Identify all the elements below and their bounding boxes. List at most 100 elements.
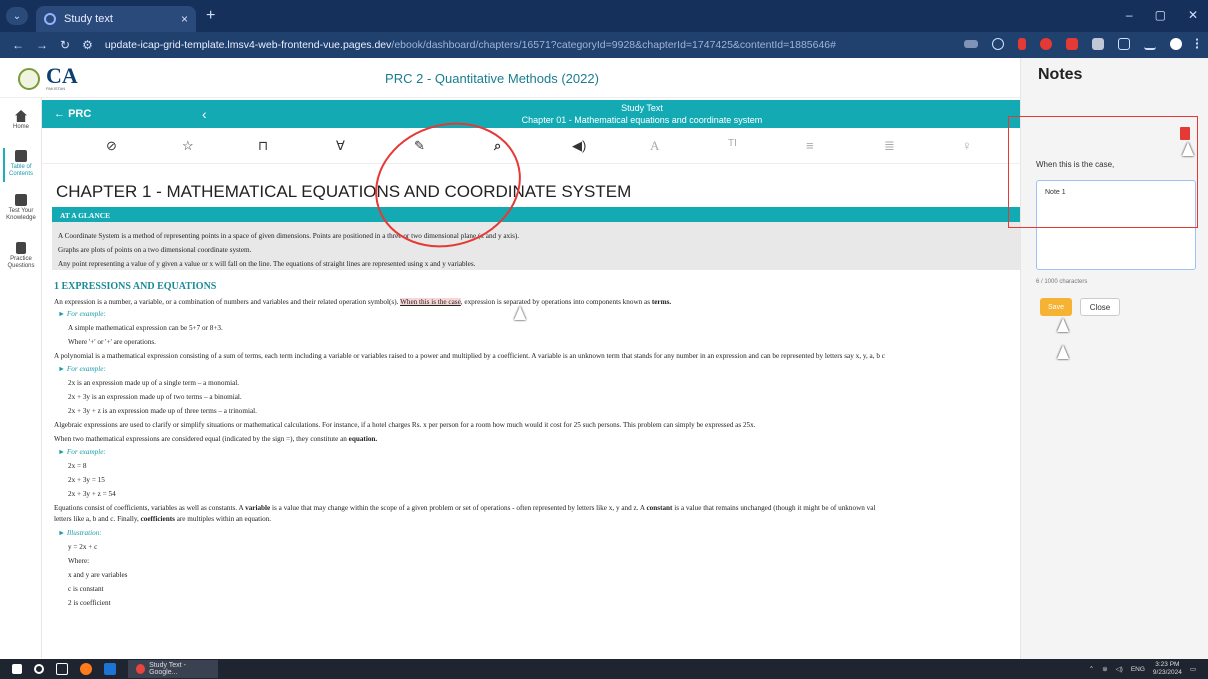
home-icon xyxy=(15,110,27,122)
sidebar: Home Table of Contents Test Your Knowled… xyxy=(0,98,42,658)
windows-start-icon[interactable] xyxy=(12,664,22,674)
back-label: PRC xyxy=(68,108,92,120)
search-icon[interactable] xyxy=(34,664,44,674)
selected-quote: When this is the case, xyxy=(1036,160,1115,169)
task-view-icon[interactable] xyxy=(56,663,68,675)
paragraph: An expression is a number, a variable, o… xyxy=(54,298,671,306)
bookmark-icon[interactable]: ⊓ xyxy=(258,138,268,154)
highlighter-icon[interactable]: ∀ xyxy=(336,138,345,154)
align-icon[interactable]: ≣ xyxy=(884,138,895,154)
example-toggle[interactable]: ► For example: xyxy=(58,365,106,373)
forward-arrow-icon[interactable]: → xyxy=(36,38,48,52)
sidebar-item-test-your-knowledge[interactable]: Test Your Knowledge xyxy=(0,194,42,222)
text: are multiples within an equation. xyxy=(176,515,272,523)
volume-icon[interactable]: ◁) xyxy=(1116,665,1123,673)
trash-icon[interactable] xyxy=(1180,127,1190,140)
new-tab-button[interactable]: + xyxy=(206,7,215,25)
back-button[interactable]: ← PRC xyxy=(54,108,91,120)
chapter-label: Chapter 01 - Mathematical equations and … xyxy=(521,115,763,125)
window-close-button[interactable]: ✕ xyxy=(1188,8,1198,22)
section-heading: 1 EXPRESSIONS AND EQUATIONS xyxy=(54,281,217,292)
address-bar-row: ← → ↻ ⚙ update-icap-grid-template.lmsv4-… xyxy=(0,32,1208,58)
paragraph: Equations consist of coefficients, varia… xyxy=(54,504,875,512)
save-button[interactable]: Save xyxy=(1040,298,1072,316)
illustration-line: 2 is coefficient xyxy=(68,599,111,607)
line-spacing-icon[interactable]: ≡ xyxy=(806,138,814,153)
bold-term: terms. xyxy=(651,298,672,306)
chapter-bar: ← PRC ‹ Study Text Chapter 01 - Mathemat… xyxy=(42,100,1020,128)
edit-note-icon[interactable]: ✎ xyxy=(414,138,425,154)
clock[interactable]: 3:23 PM 9/23/2024 xyxy=(1153,661,1182,677)
language-indicator[interactable]: ENG xyxy=(1131,666,1145,673)
example-line: Where '+' or '+' are operations. xyxy=(68,338,156,346)
sidebar-item-practice-questions[interactable]: Practice Questions xyxy=(0,242,42,270)
outlook-icon[interactable] xyxy=(104,663,116,675)
puzzle-icon[interactable] xyxy=(1118,38,1130,50)
key-icon[interactable] xyxy=(964,40,978,48)
sidebar-item-label: Test Your Knowledge xyxy=(6,208,36,221)
minimize-button[interactable]: – xyxy=(1126,8,1133,22)
example-line: 2x + 3y is an expression made up of two … xyxy=(68,393,242,401)
extensions-area xyxy=(964,38,1200,50)
firefox-icon[interactable] xyxy=(80,663,92,675)
taskbar-app-chrome[interactable]: Study Text - Google... xyxy=(128,660,218,678)
chrome-icon xyxy=(136,664,146,674)
url-host: update-icap-grid-template.lmsv4-web-fron… xyxy=(104,39,392,51)
speaker-icon[interactable]: ◀) xyxy=(572,138,586,154)
url-field[interactable]: update-icap-grid-template.lmsv4-web-fron… xyxy=(105,39,836,51)
check-circle-icon[interactable]: ⊘ xyxy=(106,138,117,154)
sidebar-item-table-of-contents[interactable]: Table of Contents xyxy=(0,150,42,178)
notes-title: Notes xyxy=(1038,66,1083,83)
glance-box: A Coordinate System is a method of repre… xyxy=(52,222,1020,270)
browser-tab[interactable]: Study text × xyxy=(36,6,196,32)
star-icon[interactable]: ☆ xyxy=(182,138,194,154)
reader-content: CHAPTER 1 - MATHEMATICAL EQUATIONS AND C… xyxy=(42,164,1020,659)
menu-icon[interactable] xyxy=(1196,38,1200,50)
tab-close-button[interactable]: × xyxy=(181,12,188,26)
highlighted-text[interactable]: When this is the case xyxy=(400,298,461,306)
profile-avatar[interactable] xyxy=(1170,38,1182,50)
note-textarea[interactable]: Note 1 xyxy=(1036,180,1196,270)
notification-icon[interactable]: ▭ xyxy=(1190,665,1196,673)
font-icon[interactable]: A xyxy=(650,138,659,154)
reload-icon[interactable]: ↻ xyxy=(60,38,70,52)
book-icon xyxy=(15,150,27,162)
illustration-toggle[interactable]: ► Illustration: xyxy=(58,529,102,537)
bold-term: variable xyxy=(245,504,271,512)
text: is a value that remains unchanged (thoug… xyxy=(674,504,876,512)
network-icon[interactable]: ⊜ xyxy=(1102,665,1107,673)
example-toggle[interactable]: ► For example: xyxy=(58,310,106,318)
example-line: 2x = 8 xyxy=(68,462,87,470)
chevron-left-icon[interactable]: ‹ xyxy=(202,106,207,122)
system-tray: ⌃ ⊜ ◁) ENG 3:23 PM 9/23/2024 ▭ xyxy=(1089,661,1196,677)
extension-icon[interactable] xyxy=(1018,38,1026,50)
extension-icon[interactable] xyxy=(1092,38,1104,50)
paragraph: When two mathematical expressions are co… xyxy=(54,435,377,443)
extension-icon[interactable] xyxy=(1040,38,1052,50)
sidebar-item-home[interactable]: Home xyxy=(0,110,42,131)
download-icon[interactable] xyxy=(1144,38,1156,50)
extension-icon[interactable] xyxy=(1066,38,1078,50)
glance-line: Any point representing a value of y give… xyxy=(58,260,476,268)
illustration-line: y = 2x + c xyxy=(68,543,98,551)
star-icon[interactable] xyxy=(992,38,1004,50)
example-toggle[interactable]: ► For example: xyxy=(58,448,106,456)
mouse-cursor-icon xyxy=(1182,142,1194,156)
sidebar-item-label: Home xyxy=(12,124,29,130)
screen: ⌄ Study text × + – ▢ ✕ ← → ↻ ⚙ update-ic… xyxy=(0,0,1208,679)
text: An expression is a number, a variable, o… xyxy=(54,298,399,306)
text-size-icon[interactable]: TI xyxy=(728,138,737,149)
open-book-icon xyxy=(15,194,27,206)
close-button[interactable]: Close xyxy=(1080,298,1120,316)
back-arrow-icon[interactable]: ← xyxy=(12,38,24,52)
bold-term: equation. xyxy=(348,435,378,443)
example-line: 2x + 3y = 15 xyxy=(68,476,105,484)
text: , expression is separated by operations … xyxy=(460,298,651,306)
lightbulb-icon[interactable]: ♀ xyxy=(962,138,972,153)
tab-search-icon[interactable]: ⌄ xyxy=(6,7,28,25)
site-info-icon[interactable]: ⚙ xyxy=(82,38,93,52)
notes-panel xyxy=(1020,58,1208,659)
maximize-button[interactable]: ▢ xyxy=(1155,8,1166,22)
search-icon[interactable]: ⌕ xyxy=(494,138,501,154)
chevron-up-icon[interactable]: ⌃ xyxy=(1089,665,1094,673)
